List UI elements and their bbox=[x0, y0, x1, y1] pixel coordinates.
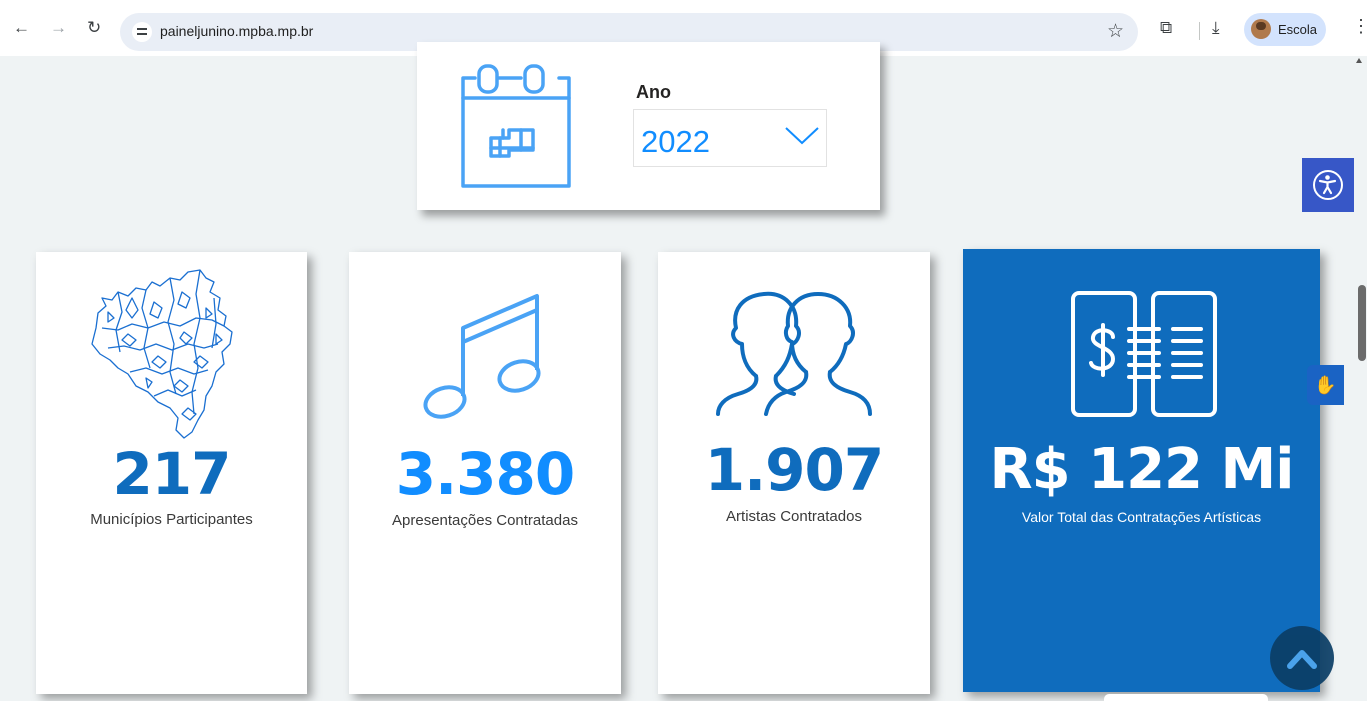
download-icon[interactable]: ⤓ bbox=[1212, 18, 1220, 38]
scroll-up-arrow[interactable] bbox=[1356, 58, 1362, 63]
kpi-card-municipios: 217 Municípios Participantes bbox=[36, 252, 307, 694]
menu-kebab-icon[interactable]: ⋮ bbox=[1352, 16, 1367, 37]
year-selected-value[interactable]: 2022 bbox=[641, 124, 710, 160]
back-icon[interactable]: ← bbox=[13, 18, 30, 38]
year-filter-label: Ano bbox=[636, 82, 671, 102]
kpi-card-apresentacoes: 3.380 Apresentações Contratadas bbox=[349, 252, 621, 694]
site-info-icon[interactable] bbox=[132, 22, 152, 42]
reload-icon[interactable]: ↻ bbox=[87, 18, 101, 38]
profile-name: Escola bbox=[1278, 22, 1318, 37]
kpi-label-municipios: Municípios Participantes bbox=[90, 511, 253, 528]
url-text[interactable]: paineljunino.mpba.mp.br bbox=[160, 23, 313, 39]
year-dropdown[interactable]: 2022 bbox=[633, 109, 827, 167]
kpi-card-artistas: 1.907 Artistas Contratados bbox=[658, 252, 930, 694]
accessibility-icon bbox=[1313, 170, 1343, 200]
contract-money-icon bbox=[1071, 291, 1217, 417]
calendar-icon bbox=[461, 64, 571, 188]
kpi-card-valor-total: R$ 122 Mi Valor Total das Contratações A… bbox=[963, 249, 1320, 692]
kpi-label-apresentacoes: Apresentações Contratadas bbox=[392, 512, 578, 529]
accessibility-button[interactable] bbox=[1302, 158, 1354, 212]
year-filter-card: Ano 2022 bbox=[417, 42, 880, 210]
kpi-label-artistas: Artistas Contratados bbox=[726, 508, 862, 525]
chevron-up-icon bbox=[1287, 650, 1317, 669]
kpi-value-apresentacoes: 3.380 bbox=[395, 440, 575, 508]
forward-icon[interactable]: → bbox=[50, 18, 67, 38]
toolbar-divider bbox=[1199, 22, 1200, 40]
bookmark-star-icon[interactable]: ☆ bbox=[1107, 20, 1124, 43]
extensions-icon[interactable]: ⧉ bbox=[1160, 18, 1172, 38]
kpi-value-valor-total: R$ 122 Mi bbox=[989, 437, 1295, 502]
scroll-to-top-button[interactable] bbox=[1270, 626, 1334, 690]
profile-button[interactable]: Escola bbox=[1244, 13, 1326, 46]
bottom-panel-tab[interactable] bbox=[1104, 694, 1268, 701]
kpi-value-artistas: 1.907 bbox=[704, 436, 884, 504]
bahia-map-icon bbox=[91, 269, 233, 439]
music-note-icon bbox=[423, 294, 541, 419]
people-icon bbox=[716, 291, 872, 416]
kpi-label-valor-total: Valor Total das Contratações Artísticas bbox=[1021, 509, 1262, 525]
sign-language-icon[interactable]: ✋ bbox=[1307, 365, 1344, 405]
scrollbar-thumb[interactable] bbox=[1358, 285, 1366, 361]
chevron-down-icon[interactable] bbox=[784, 125, 820, 147]
kpi-value-municipios: 217 bbox=[112, 440, 231, 508]
avatar bbox=[1251, 19, 1271, 39]
